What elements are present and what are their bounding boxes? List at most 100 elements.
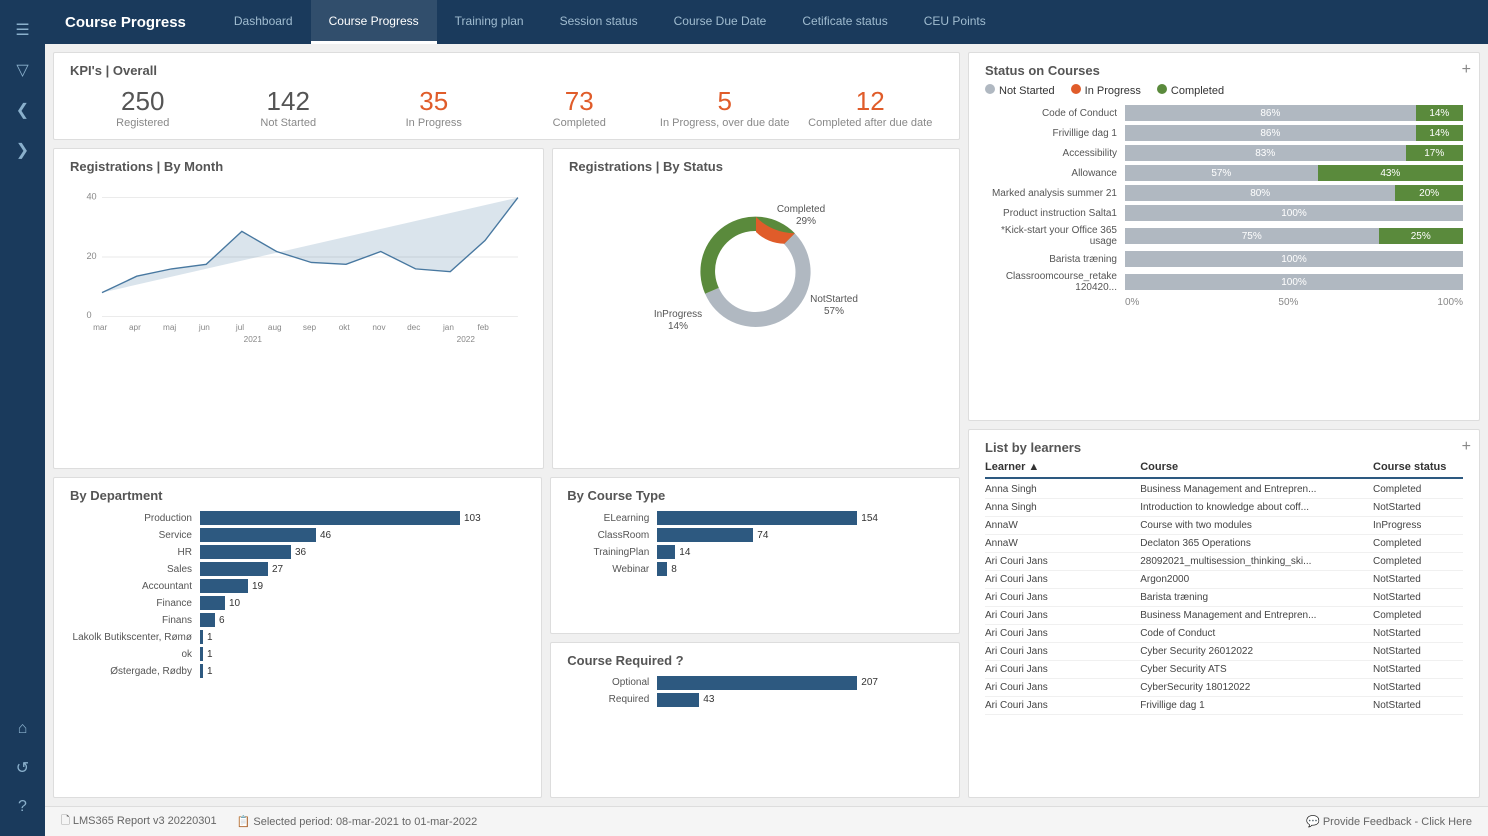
sidebar: ☰ ▽ ❮ ❯ ⌂ ↺ ? (0, 0, 45, 836)
list-item: AnnaW Declaton 365 Operations Completed (985, 535, 1463, 553)
svg-text:feb: feb (477, 323, 489, 332)
svg-text:jun: jun (198, 323, 210, 332)
status-bar-marked: Marked analysis summer 21 80% 20% (985, 185, 1463, 201)
list-item: Anna Singh Introduction to knowledge abo… (985, 499, 1463, 517)
collapse-left-icon[interactable]: ❮ (16, 100, 29, 120)
nav-dashboard[interactable]: Dashboard (216, 0, 311, 44)
course-required-bars: Optional 207 Required 43 (567, 676, 943, 707)
course-required-card: Course Required ? Optional 207 Required … (550, 642, 960, 799)
charts-bottom-row: By Department Production 103 Service 46 (53, 477, 960, 798)
course-type-bars: ELearning 154 ClassRoom 74 TrainingPlan (567, 511, 943, 576)
legend-in-progress: In Progress (1071, 84, 1141, 97)
nav-certificate-status[interactable]: Cetificate status (784, 0, 905, 44)
status-bar-barista: Barista træning 100% (985, 251, 1463, 267)
status-bar-classroomcourse: Classroomcourse_retake 120420... 100% (985, 271, 1463, 293)
svg-text:2021: 2021 (244, 335, 263, 344)
status-legend: Not Started In Progress Completed (985, 84, 1463, 97)
app-title: Course Progress (65, 14, 186, 31)
cr-row-optional: Optional 207 (567, 676, 943, 690)
help-icon[interactable]: ? (18, 798, 27, 816)
svg-text:jan: jan (442, 323, 454, 332)
kpi-not-started-label: Not Started (216, 117, 362, 129)
nav-ceu-points[interactable]: CEU Points (906, 0, 1004, 44)
footer-middle: 📋 Selected period: 08-mar-2021 to 01-mar… (237, 815, 478, 828)
dept-title: By Department (70, 488, 525, 503)
list-learners-title: List by learners (985, 440, 1463, 455)
refresh-icon[interactable]: ↺ (16, 758, 29, 778)
kpi-title: KPI's | Overall (70, 63, 943, 78)
legend-completed: Completed (1157, 84, 1224, 97)
svg-text:aug: aug (268, 323, 282, 332)
list-learners-add-button[interactable]: + (1462, 438, 1471, 456)
filter-icon[interactable]: ▽ (16, 60, 28, 80)
status-bar-accessibility: Accessibility 83% 17% (985, 145, 1463, 161)
dept-row-sales: Sales 27 (70, 562, 525, 576)
ct-row-elearning: ELearning 154 (567, 511, 943, 525)
kpi-completed-label: Completed (507, 117, 653, 129)
menu-icon[interactable]: ☰ (15, 20, 29, 40)
svg-text:20: 20 (86, 251, 96, 261)
course-required-title: Course Required ? (567, 653, 943, 668)
donut-area: Completed 29% InProgress 14% NotStarted … (569, 182, 943, 362)
dept-row-ok: ok 1 (70, 647, 525, 661)
nav-training-plan[interactable]: Training plan (437, 0, 542, 44)
status-bar-product: Product instruction Salta1 100% (985, 205, 1463, 221)
kpi-overdue-label: In Progress, over due date (652, 117, 798, 129)
kpi-completed: 73 Completed (507, 86, 653, 129)
nav-session-status[interactable]: Session status (542, 0, 656, 44)
dept-row-finance: Finance 10 (70, 596, 525, 610)
list-item: Ari Couri Jans Argon2000 NotStarted (985, 571, 1463, 589)
svg-text:sep: sep (303, 323, 317, 332)
ct-row-classroom: ClassRoom 74 (567, 528, 943, 542)
dept-row-lakolk: Lakolk Butikscenter, Rømø 1 (70, 630, 525, 644)
footer-feedback[interactable]: 💬 Provide Feedback - Click Here (1306, 815, 1472, 828)
svg-text:NotStarted: NotStarted (810, 294, 858, 305)
svg-text:57%: 57% (824, 306, 844, 317)
kpi-in-progress: 35 In Progress (361, 86, 507, 129)
dept-card: By Department Production 103 Service 46 (53, 477, 542, 798)
svg-text:dec: dec (407, 323, 420, 332)
status-courses-card: + Status on Courses Not Started In Progr… (968, 52, 1480, 421)
list-body: Anna Singh Business Management and Entre… (985, 481, 1463, 787)
kpi-completed-overdue-value: 12 (798, 86, 944, 117)
expand-right-icon[interactable]: ❯ (16, 140, 29, 160)
dept-row-ostergade: Østergade, Rødby 1 (70, 664, 525, 678)
list-item: Ari Couri Jans Barista træning NotStarte… (985, 589, 1463, 607)
status-bar-code-of-conduct: Code of Conduct 86% 14% (985, 105, 1463, 121)
list-item: Ari Couri Jans 28092021_multisession_thi… (985, 553, 1463, 571)
list-item: Ari Couri Jans Frivillige dag 1 NotStart… (985, 697, 1463, 715)
status-bar-frivillige: Frivillige dag 1 86% 14% (985, 125, 1463, 141)
kpi-registered: 250 Registered (70, 86, 216, 129)
dept-row-hr: HR 36 (70, 545, 525, 559)
kpi-in-progress-value: 35 (361, 86, 507, 117)
status-bars: Code of Conduct 86% 14% Frivillige dag 1… (985, 105, 1463, 308)
nav-items: Dashboard Course Progress Training plan … (216, 0, 1004, 44)
home-icon[interactable]: ⌂ (18, 720, 28, 738)
status-bar-allowance: Allowance 57% 43% (985, 165, 1463, 181)
top-nav: Course Progress Dashboard Course Progres… (45, 0, 1488, 44)
list-item: Ari Couri Jans Code of Conduct NotStarte… (985, 625, 1463, 643)
bar-axis: 0%50%100% (985, 297, 1463, 308)
svg-text:apr: apr (129, 323, 141, 332)
kpi-completed-overdue-label: Completed after due date (798, 117, 944, 129)
course-type-title: By Course Type (567, 488, 943, 503)
nav-course-due-date[interactable]: Course Due Date (656, 0, 785, 44)
kpi-values: 250 Registered 142 Not Started 35 In Pro… (70, 86, 943, 129)
status-courses-add-button[interactable]: + (1462, 61, 1471, 79)
nav-course-progress[interactable]: Course Progress (311, 0, 437, 44)
list-item: Anna Singh Business Management and Entre… (985, 481, 1463, 499)
kpi-completed-overdue: 12 Completed after due date (798, 86, 944, 129)
kpi-overdue: 5 In Progress, over due date (652, 86, 798, 129)
kpi-in-progress-label: In Progress (361, 117, 507, 129)
kpi-not-started-value: 142 (216, 86, 362, 117)
col-course: Course (1140, 461, 1373, 473)
list-item: Ari Couri Jans Cyber Security 26012022 N… (985, 643, 1463, 661)
status-bar-kickstart: *Kick-start your Office 365 usage 75% 25… (985, 225, 1463, 247)
registrations-status-title: Registrations | By Status (569, 159, 943, 174)
svg-text:maj: maj (163, 323, 176, 332)
list-item: Ari Couri Jans Business Management and E… (985, 607, 1463, 625)
svg-text:0: 0 (86, 310, 91, 320)
svg-text:InProgress: InProgress (654, 309, 702, 320)
charts-middle-row: Registrations | By Month 40 20 0 (53, 148, 960, 469)
dept-row-finans: Finans 6 (70, 613, 525, 627)
